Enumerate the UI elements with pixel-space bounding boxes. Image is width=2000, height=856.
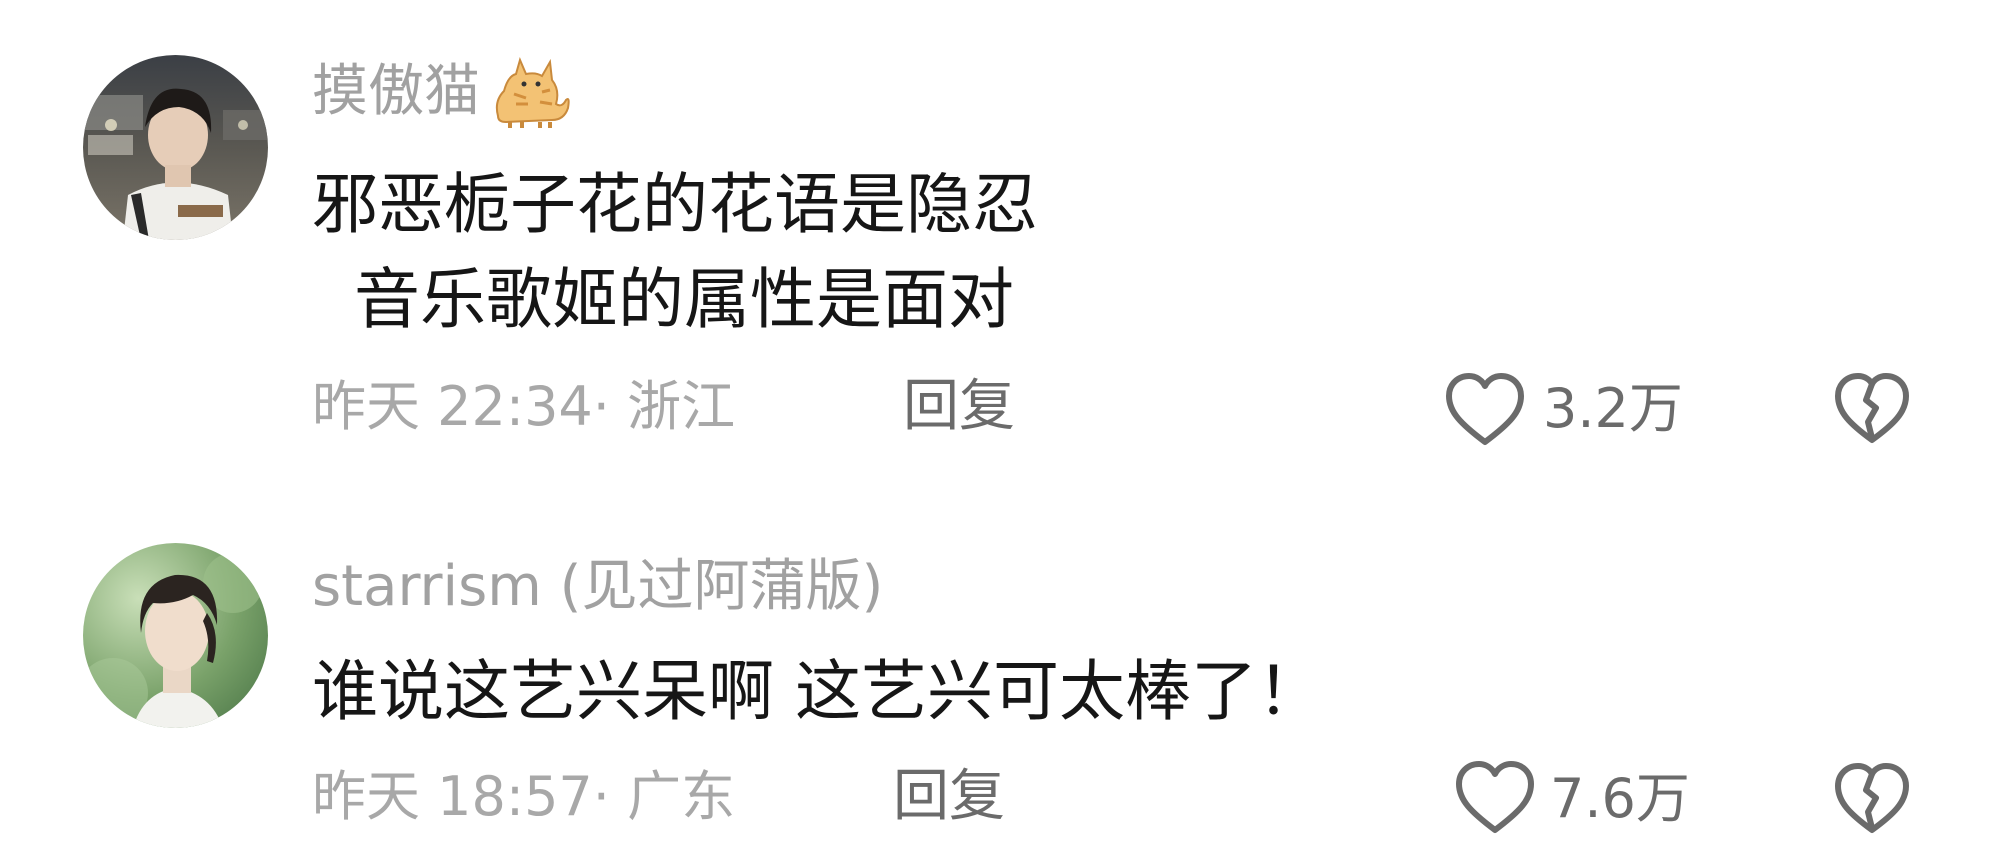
comment-item: 摸傲猫 邪恶栀子花的花语是隐忍 音乐歌姬的属性是面对 昨天 22:34· 浙江 …: [0, 0, 2000, 460]
avatar-photo: [83, 55, 268, 240]
reply-button[interactable]: 回复: [893, 762, 1005, 832]
heart-outline-icon[interactable]: [1453, 760, 1537, 836]
comment-text: 谁说这艺兴呆啊 这艺兴可太棒了！: [312, 653, 1323, 730]
comment-text: 音乐歌姬的属性是面对: [312, 261, 1014, 338]
broken-heart-icon[interactable]: [1832, 762, 1912, 836]
like-count: 7.6万: [1550, 767, 1690, 830]
heart-outline-icon[interactable]: [1443, 372, 1527, 448]
comment-meta: 昨天 18:57· 广东: [312, 765, 736, 828]
username[interactable]: starrism (见过阿蒲版): [312, 552, 883, 622]
avatar[interactable]: [83, 55, 268, 240]
username-text: 摸傲猫: [312, 59, 480, 124]
username[interactable]: 摸傲猫: [312, 56, 572, 132]
comment-list: 摸傲猫 邪恶栀子花的花语是隐忍 音乐歌姬的属性是面对 昨天 22:34· 浙江 …: [0, 0, 2000, 856]
reply-button[interactable]: 回复: [903, 372, 1015, 442]
comment-item: starrism (见过阿蒲版) 谁说这艺兴呆啊 这艺兴可太棒了！ 昨天 18:…: [0, 460, 2000, 856]
comment-text: 邪恶栀子花的花语是隐忍: [312, 166, 1038, 243]
comment-meta: 昨天 22:34· 浙江: [312, 375, 736, 438]
like-count: 3.2万: [1543, 377, 1683, 440]
cat-icon: [495, 56, 570, 128]
broken-heart-icon[interactable]: [1832, 372, 1912, 446]
avatar[interactable]: [83, 543, 268, 728]
avatar-photo: [83, 543, 268, 728]
